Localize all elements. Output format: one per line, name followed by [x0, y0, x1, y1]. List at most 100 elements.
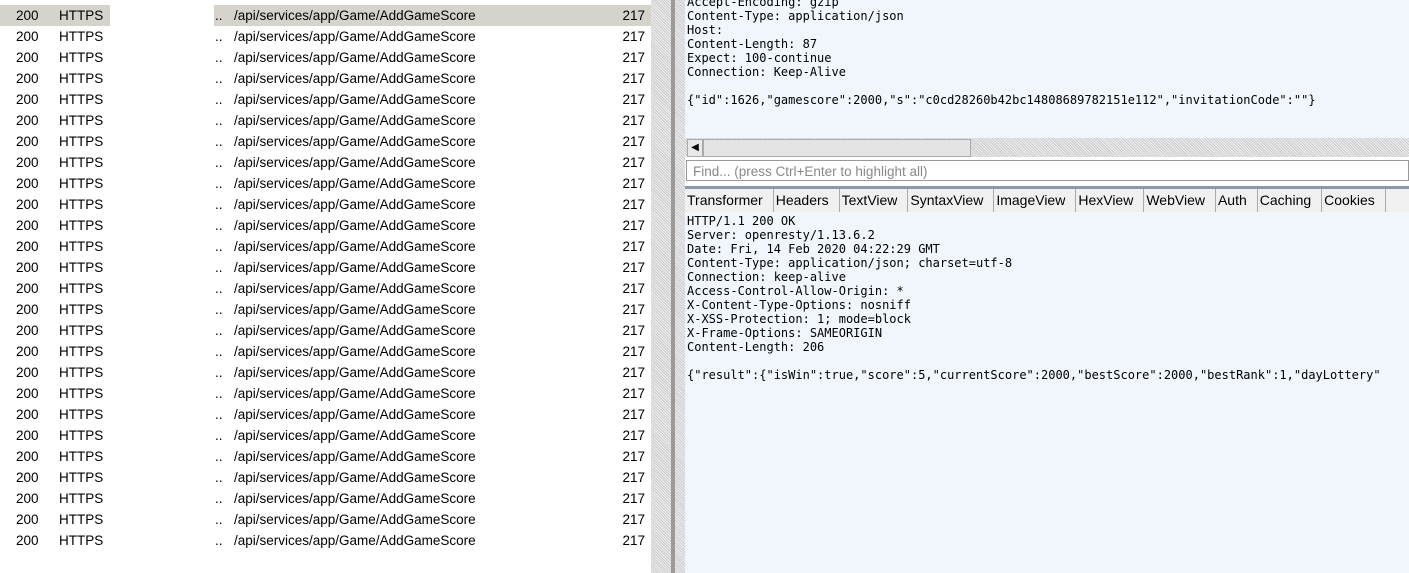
protocol-cell: HTTPS [59, 260, 104, 275]
body-size-cell: 217 [622, 323, 645, 338]
tab-cookies[interactable]: Cookies [1322, 189, 1386, 212]
splitter[interactable] [651, 0, 685, 573]
session-row[interactable]: 200 HTTPS.. /api/services/app/Game/AddGame… [0, 488, 651, 509]
session-row[interactable]: 200 HTTPS.. /api/services/app/Game/AddGame… [0, 215, 651, 236]
url-cell: /api/services/app/Game/AddGameScore [234, 281, 476, 296]
body-size-cell: 217 [622, 281, 645, 296]
body-size-cell: 217 [622, 113, 645, 128]
url-cell: /api/services/app/Game/AddGameScore [234, 92, 476, 107]
session-row[interactable]: 200 HTTPS.. /api/services/app/Game/AddGame… [0, 320, 651, 341]
splitter-bar[interactable] [671, 0, 675, 573]
session-row[interactable]: 200 HTTPS.. /api/services/app/Game/AddGame… [0, 509, 651, 530]
response-inspector-tabs: Transformer Headers TextView SyntaxView Imag… [685, 186, 1409, 212]
session-row[interactable]: 200 HTTPS.. /api/services/app/Game/AddGame… [0, 257, 651, 278]
session-row[interactable]: 200 HTTPS.. /api/services/app/Game/AddGame… [0, 89, 651, 110]
request-headers-pane: Accept-Encoding: gzip Content-Type: appl… [685, 0, 1409, 138]
session-row[interactable]: 200 HTTPS.. /api/services/app/Game/AddGame… [0, 5, 651, 26]
body-size-cell: 217 [622, 71, 645, 86]
result-cell: 200 [16, 8, 39, 23]
session-row[interactable]: 200 HTTPS.. /api/services/app/Game/AddGame… [0, 152, 651, 173]
body-size-cell: 217 [622, 470, 645, 485]
host-redacted [110, 362, 214, 383]
session-row[interactable]: 200 HTTPS.. /api/services/app/Game/AddGame… [0, 467, 651, 488]
tab-imageview[interactable]: ImageView [994, 189, 1077, 212]
session-row[interactable]: 200 HTTPS.. /api/services/app/Game/AddGame… [0, 425, 651, 446]
horizontal-scrollbar[interactable]: ◀ [685, 138, 1409, 157]
body-size-cell: 217 [622, 533, 645, 548]
host-cell: .. [215, 533, 223, 548]
protocol-cell: HTTPS [59, 512, 104, 527]
result-cell: 200 [16, 323, 39, 338]
url-cell: /api/services/app/Game/AddGameScore [234, 344, 476, 359]
body-size-cell: 217 [622, 218, 645, 233]
session-row[interactable]: 200 HTTPS.. /api/services/app/Game/AddGame… [0, 173, 651, 194]
host-cell: .. [215, 134, 223, 149]
body-size-cell: 217 [622, 29, 645, 44]
url-cell: /api/services/app/Game/AddGameScore [234, 8, 476, 23]
protocol-cell: HTTPS [59, 533, 104, 548]
session-row[interactable]: 200 HTTPS.. /api/services/app/Game/AddGame… [0, 362, 651, 383]
session-row[interactable]: 200 HTTPS.. /api/services/app/Game/AddGame… [0, 383, 651, 404]
url-cell: /api/services/app/Game/AddGameScore [234, 428, 476, 443]
session-row[interactable]: 200 HTTPS.. /api/services/app/Game/AddGame… [0, 68, 651, 89]
result-cell: 200 [16, 281, 39, 296]
tab-auth[interactable]: Auth [1216, 189, 1258, 212]
protocol-cell: HTTPS [59, 29, 104, 44]
response-text: HTTP/1.1 200 OK Server: openresty/1.13.6… [687, 214, 1381, 382]
host-cell: .. [215, 113, 223, 128]
result-cell: 200 [16, 197, 39, 212]
result-cell: 200 [16, 113, 39, 128]
session-list[interactable]: 200 HTTPS.. /api/services/app/Game/AddGame… [0, 0, 651, 573]
body-size-cell: 217 [622, 449, 645, 464]
protocol-cell: HTTPS [59, 407, 104, 422]
host-redacted [110, 110, 214, 131]
url-cell: /api/services/app/Game/AddGameScore [234, 218, 476, 233]
session-row[interactable]: 200 HTTPS.. /api/services/app/Game/AddGame… [0, 236, 651, 257]
protocol-cell: HTTPS [59, 8, 104, 23]
session-row[interactable]: 200 HTTPS.. /api/services/app/Game/AddGame… [0, 404, 651, 425]
host-cell: .. [215, 449, 223, 464]
session-row[interactable]: 200 HTTPS.. /api/services/app/Game/AddGame… [0, 278, 651, 299]
tab-syntaxview[interactable]: SyntaxView [908, 189, 995, 212]
tab-webview[interactable]: WebView [1144, 189, 1216, 212]
tab-hexview[interactable]: HexView [1076, 189, 1145, 212]
scrollbar-thumb[interactable] [703, 139, 971, 157]
tab-headers[interactable]: Headers [774, 189, 840, 212]
result-cell: 200 [16, 134, 39, 149]
session-row[interactable]: 200 HTTPS.. /api/services/app/Game/AddGame… [0, 341, 651, 362]
session-row[interactable]: 200 HTTPS.. /api/services/app/Game/AddGame… [0, 131, 651, 152]
host-cell: .. [215, 281, 223, 296]
session-row[interactable]: 200 HTTPS.. /api/services/app/Game/AddGame… [0, 194, 651, 215]
scroll-left-icon[interactable]: ◀ [687, 139, 703, 157]
tab-textview[interactable]: TextView [840, 189, 909, 212]
result-cell: 200 [16, 428, 39, 443]
protocol-cell: HTTPS [59, 239, 104, 254]
find-input[interactable]: Find... (press Ctrl+Enter to highlight a… [686, 160, 1409, 181]
session-row[interactable]: 200 HTTPS.. /api/services/app/Game/AddGame… [0, 47, 651, 68]
session-row[interactable]: 200 HTTPS.. /api/services/app/Game/AddGame… [0, 446, 651, 467]
result-cell: 200 [16, 344, 39, 359]
session-row[interactable]: 200 HTTPS.. /api/services/app/Game/AddGame… [0, 299, 651, 320]
host-cell: .. [215, 323, 223, 338]
url-cell: /api/services/app/Game/AddGameScore [234, 323, 476, 338]
body-size-cell: 217 [622, 344, 645, 359]
body-size-cell: 217 [622, 197, 645, 212]
result-cell: 200 [16, 155, 39, 170]
session-row[interactable]: 200 HTTPS.. /api/services/app/Game/AddGame… [0, 26, 651, 47]
protocol-cell: HTTPS [59, 155, 104, 170]
tab-caching[interactable]: Caching [1258, 189, 1323, 212]
host-cell: .. [215, 512, 223, 527]
protocol-cell: HTTPS [59, 281, 104, 296]
session-row[interactable]: 200 HTTPS.. /api/services/app/Game/AddGame… [0, 530, 651, 551]
result-cell: 200 [16, 71, 39, 86]
host-cell: .. [215, 260, 223, 275]
protocol-cell: HTTPS [59, 428, 104, 443]
host-redacted [110, 488, 214, 509]
tab-transformer[interactable]: Transformer [685, 189, 774, 212]
host-cell: .. [215, 407, 223, 422]
protocol-cell: HTTPS [59, 470, 104, 485]
host-redacted [110, 257, 214, 278]
result-cell: 200 [16, 29, 39, 44]
session-row[interactable]: 200 HTTPS.. /api/services/app/Game/AddGame… [0, 110, 651, 131]
host-redacted [110, 215, 214, 236]
